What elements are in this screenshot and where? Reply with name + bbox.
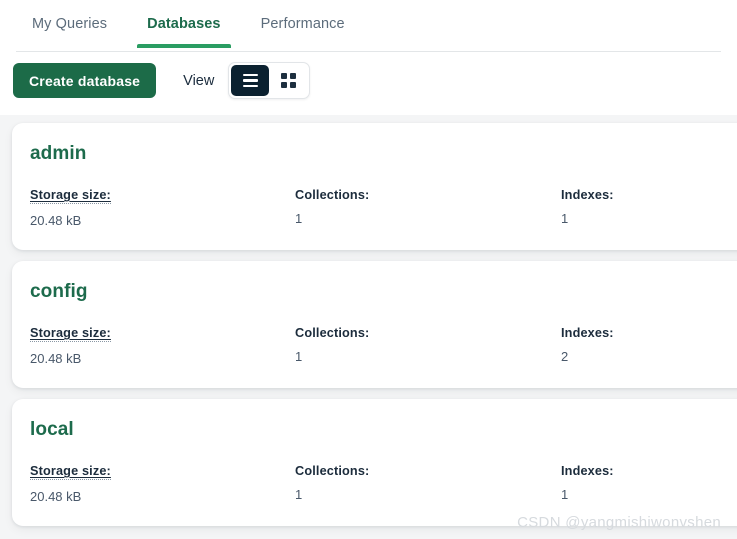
storage-size-value: 20.48 kB <box>30 213 82 228</box>
stat-storage-size: Storage size: 20.48 kB <box>30 324 295 366</box>
collections-label: Collections: <box>295 326 370 340</box>
storage-size-value: 20.48 kB <box>30 489 82 504</box>
view-label: View <box>183 72 215 89</box>
database-stats: Storage size: 20.48 kB Collections: 1 In… <box>30 186 737 228</box>
storage-size-value: 20.48 kB <box>30 351 82 366</box>
databases-toolbar: Create database View <box>0 52 737 115</box>
list-view-button[interactable] <box>231 65 270 96</box>
database-card[interactable]: admin Storage size: 20.48 kB Collections… <box>12 123 737 250</box>
indexes-value: 2 <box>561 349 569 364</box>
database-card[interactable]: local Storage size: 20.48 kB Collections… <box>12 399 737 526</box>
collections-value: 1 <box>295 487 303 502</box>
database-name-link[interactable]: admin <box>30 143 86 165</box>
database-name-link[interactable]: config <box>30 281 88 303</box>
storage-size-label[interactable]: Storage size: <box>30 188 111 204</box>
grid-view-button[interactable] <box>269 65 307 96</box>
create-database-button[interactable]: Create database <box>13 63 157 98</box>
stat-indexes: Indexes: 1 <box>561 462 721 502</box>
indexes-label: Indexes: <box>561 326 614 340</box>
stat-storage-size: Storage size: 20.48 kB <box>30 462 295 504</box>
collections-label: Collections: <box>295 464 370 478</box>
stat-collections: Collections: 1 <box>295 186 561 226</box>
main-tab-bar: My Queries Databases Performance <box>0 0 737 52</box>
tab-databases[interactable]: Databases <box>127 0 240 48</box>
indexes-label: Indexes: <box>561 188 614 202</box>
storage-size-label[interactable]: Storage size: <box>30 464 111 480</box>
indexes-value: 1 <box>561 487 569 502</box>
grid-view-icon <box>280 73 296 88</box>
indexes-label: Indexes: <box>561 464 614 478</box>
database-stats: Storage size: 20.48 kB Collections: 1 In… <box>30 462 737 504</box>
list-view-icon <box>242 73 258 88</box>
database-card-list: admin Storage size: 20.48 kB Collections… <box>0 115 737 526</box>
collections-label: Collections: <box>295 188 370 202</box>
indexes-value: 1 <box>561 211 569 226</box>
collections-value: 1 <box>295 211 303 226</box>
stat-collections: Collections: 1 <box>295 462 561 502</box>
stat-storage-size: Storage size: 20.48 kB <box>30 186 295 228</box>
database-card[interactable]: config Storage size: 20.48 kB Collection… <box>12 261 737 388</box>
database-stats: Storage size: 20.48 kB Collections: 1 In… <box>30 324 737 366</box>
database-name-link[interactable]: local <box>30 419 74 441</box>
stat-indexes: Indexes: 1 <box>561 186 721 226</box>
view-toggle-group <box>228 62 311 99</box>
tab-my-queries[interactable]: My Queries <box>12 0 127 47</box>
csdn-watermark: CSDN @yangmishiwonvshen <box>517 514 721 531</box>
collections-value: 1 <box>295 349 303 364</box>
stat-indexes: Indexes: 2 <box>561 324 721 364</box>
tab-performance[interactable]: Performance <box>241 0 365 47</box>
stat-collections: Collections: 1 <box>295 324 561 364</box>
storage-size-label[interactable]: Storage size: <box>30 326 111 342</box>
